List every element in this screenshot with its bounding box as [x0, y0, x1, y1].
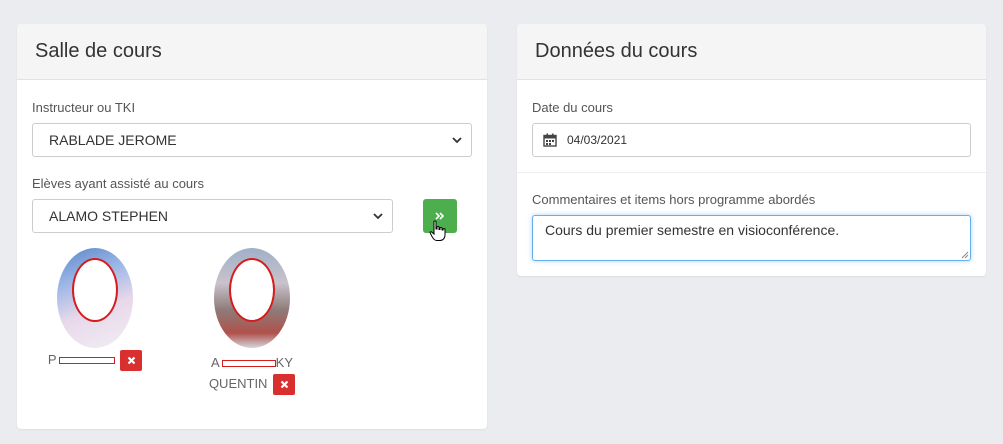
- redacted-face: [229, 258, 275, 322]
- course-card-header: Données du cours: [517, 24, 986, 80]
- hand-cursor-icon: [429, 220, 446, 241]
- classroom-card-header: Salle de cours: [17, 24, 487, 80]
- section-divider: [517, 172, 986, 173]
- date-label: Date du cours: [532, 100, 613, 115]
- redacted-face: [72, 258, 118, 322]
- chevron-down-icon: [373, 213, 383, 220]
- comments-value: Cours du premier semestre en visioconfér…: [545, 222, 840, 238]
- remove-student-button[interactable]: [273, 374, 296, 396]
- instructor-select-value: RABLADE JEROME: [49, 132, 177, 148]
- student-name: A KY QUENTIN: [192, 352, 312, 396]
- redaction-mark: [58, 357, 115, 365]
- classroom-card-title: Salle de cours: [35, 40, 162, 62]
- student-name: P: [35, 349, 155, 372]
- redaction-mark: [221, 360, 276, 368]
- remove-student-button[interactable]: [120, 350, 143, 372]
- course-data-card: Données du cours Date du cours 04/03/202…: [517, 24, 986, 276]
- date-input[interactable]: 04/03/2021: [532, 123, 971, 157]
- date-value: 04/03/2021: [567, 133, 628, 147]
- chevron-down-icon: [452, 137, 462, 144]
- close-icon: [280, 380, 288, 389]
- student-avatar: [214, 248, 290, 348]
- student-card: P: [35, 248, 155, 372]
- student-select[interactable]: ALAMO STEPHEN: [32, 199, 393, 233]
- student-avatar: [57, 248, 133, 348]
- students-label: Elèves ayant assisté au cours: [32, 176, 204, 191]
- student-select-value: ALAMO STEPHEN: [49, 208, 169, 224]
- close-icon: [127, 356, 135, 365]
- instructor-label: Instructeur ou TKI: [32, 100, 136, 115]
- resize-grip-icon[interactable]: [960, 250, 969, 259]
- comments-textarea[interactable]: Cours du premier semestre en visioconfér…: [532, 215, 971, 261]
- comments-label: Commentaires et items hors programme abo…: [532, 192, 816, 207]
- instructor-select[interactable]: RABLADE JEROME: [32, 123, 472, 157]
- classroom-card: Salle de cours Instructeur ou TKI RABLAD…: [17, 24, 487, 429]
- student-card: A KY QUENTIN: [192, 248, 312, 396]
- course-card-title: Données du cours: [535, 40, 698, 62]
- calendar-icon: [543, 133, 557, 147]
